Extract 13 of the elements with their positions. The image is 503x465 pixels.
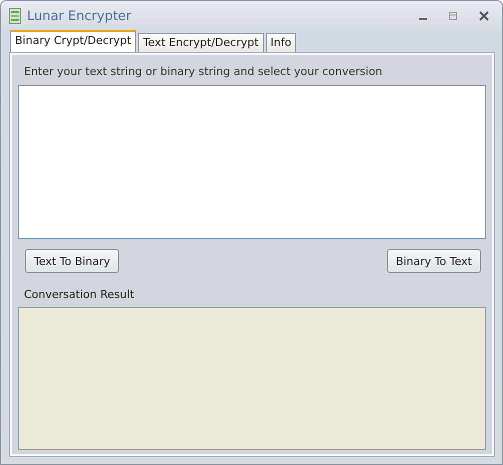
result-field[interactable] bbox=[18, 307, 486, 450]
tab[interactable]: Info bbox=[266, 33, 296, 53]
window-title: Lunar Encrypter bbox=[27, 8, 132, 24]
input-field[interactable] bbox=[18, 85, 486, 239]
result-label: Conversation Result bbox=[24, 288, 136, 301]
app-icon bbox=[9, 8, 21, 24]
conversion-button[interactable]: Binary To Text bbox=[386, 249, 481, 273]
tab[interactable]: Text Encrypt/Decrypt bbox=[138, 33, 264, 53]
conversion-button[interactable]: Text To Binary bbox=[25, 249, 120, 273]
tab[interactable]: Binary Crypt/Decrypt bbox=[10, 30, 136, 53]
instruction-text: Enter your text string or binary string and select your conversion bbox=[24, 65, 384, 78]
maximize-icon[interactable] bbox=[448, 11, 458, 21]
close-icon[interactable] bbox=[478, 11, 490, 21]
